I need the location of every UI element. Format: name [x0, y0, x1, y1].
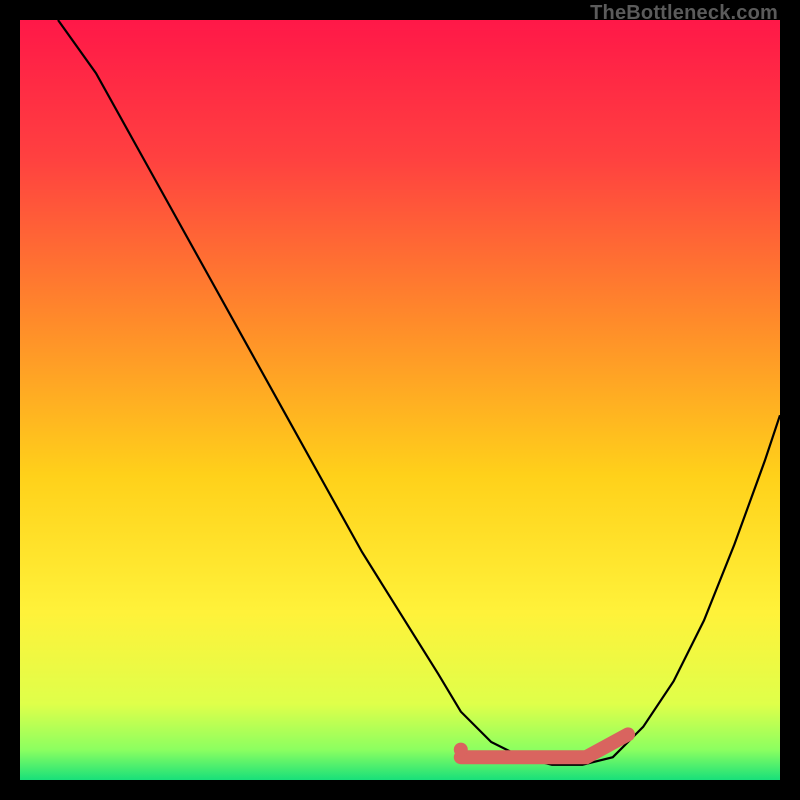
watermark-text: TheBottleneck.com — [590, 2, 778, 25]
gradient-background — [20, 20, 780, 780]
optimal-start-dot — [454, 743, 468, 757]
chart-frame — [20, 20, 780, 780]
bottleneck-chart — [20, 20, 780, 780]
